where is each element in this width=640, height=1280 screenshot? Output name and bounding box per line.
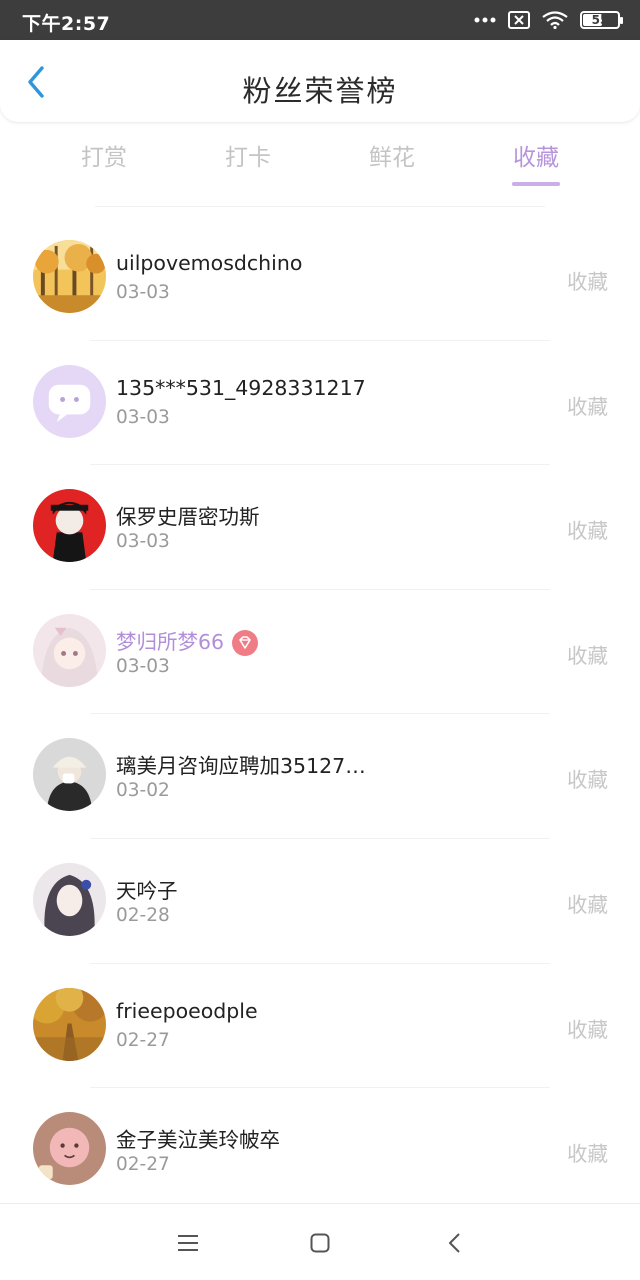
fan-name-text: 梦归所梦66	[116, 629, 225, 654]
no-sim-icon	[508, 11, 530, 29]
action-label: 收藏	[567, 1017, 608, 1042]
fan-name: frieepoeodple	[116, 998, 258, 1023]
fan-list: uilpovemosdchino 03-03 收藏 135***531_4928…	[0, 216, 640, 1213]
list-item[interactable]: frieepoeodple 02-27 收藏	[0, 964, 640, 1089]
list-item[interactable]: 135***531_4928331217 03-03 收藏	[0, 341, 640, 466]
wifi-icon	[542, 11, 568, 29]
list-item[interactable]: 保罗史厝密功斯 03-03 收藏	[0, 465, 640, 590]
fan-date: 03-02	[116, 780, 170, 802]
cartoon-baby-avatar[interactable]	[33, 1112, 106, 1186]
status-bar: 下午2:57 55	[0, 0, 640, 40]
fan-date: 02-27	[116, 1029, 170, 1051]
action-label: 收藏	[567, 394, 608, 419]
action-label: 收藏	[567, 519, 608, 544]
battery-level: 55	[591, 13, 609, 27]
page-title: 粉丝荣誉榜	[242, 74, 398, 108]
fan-date: 03-03	[116, 282, 170, 303]
anime-boy-avatar[interactable]	[33, 489, 106, 563]
home-button[interactable]	[305, 1228, 335, 1258]
fan-date: 03-03	[116, 655, 170, 677]
fan-date: 02-28	[116, 904, 170, 926]
action-label: 收藏	[567, 892, 608, 917]
fan-name: 金子美泣美玲帔卒	[116, 1128, 280, 1153]
list-item[interactable]: 天吟子 02-28 收藏	[0, 839, 640, 964]
list-item[interactable]: 璃美月咨询应聘加35127… 03-02 收藏	[0, 714, 640, 839]
action-label: 收藏	[567, 643, 608, 668]
painted-girl-avatar[interactable]	[33, 862, 106, 936]
tab-favorites[interactable]: 收藏	[496, 138, 576, 172]
fan-name: 天吟子	[116, 878, 178, 903]
active-tab-indicator	[512, 182, 560, 186]
diamond-badge-icon	[232, 629, 259, 656]
more-dots-icon	[474, 17, 496, 23]
fan-name: 保罗史厝密功斯	[116, 505, 260, 530]
fan-name: 梦归所梦66	[116, 625, 259, 656]
system-back-button[interactable]	[439, 1228, 469, 1258]
list-item[interactable]: 金子美泣美玲帔卒 02-27 收藏	[0, 1088, 640, 1213]
status-time: 下午2:57	[22, 13, 111, 35]
tab-bar: 打赏 打卡 鲜花 收藏	[0, 138, 640, 190]
action-label: 收藏	[567, 270, 608, 294]
menu-icon	[178, 1235, 198, 1251]
divider	[95, 206, 545, 207]
fan-date: 03-03	[116, 531, 170, 553]
action-label: 收藏	[567, 768, 608, 793]
action-label: 收藏	[567, 1142, 608, 1167]
girl-hat-avatar[interactable]	[33, 738, 106, 812]
tab-reward[interactable]: 打赏	[64, 138, 144, 172]
chat-bubble-avatar[interactable]	[33, 364, 106, 438]
list-item[interactable]: 梦归所梦66 03-03 收藏	[0, 590, 640, 715]
fan-name: 璃美月咨询应聘加35127…	[116, 754, 366, 779]
status-icons: 55	[474, 10, 623, 30]
fan-name: uilpovemosdchino	[116, 251, 303, 275]
autumn-forest-avatar[interactable]	[33, 240, 106, 313]
header: 粉丝荣誉榜	[0, 40, 640, 122]
home-square-icon	[310, 1233, 330, 1253]
menu-button[interactable]	[173, 1228, 203, 1258]
tab-flowers[interactable]: 鲜花	[352, 138, 432, 172]
anime-girl-avatar[interactable]	[33, 613, 106, 687]
list-item[interactable]: uilpovemosdchino 03-03 收藏	[0, 216, 640, 341]
system-nav-bar	[0, 1203, 640, 1280]
back-triangle-icon	[449, 1233, 460, 1253]
battery-icon: 55	[580, 11, 623, 29]
fan-date: 02-27	[116, 1154, 170, 1176]
fan-date: 03-03	[116, 406, 170, 428]
fan-name: 135***531_4928331217	[116, 375, 366, 400]
autumn-road-avatar[interactable]	[33, 987, 106, 1061]
tab-checkin[interactable]: 打卡	[208, 138, 288, 172]
